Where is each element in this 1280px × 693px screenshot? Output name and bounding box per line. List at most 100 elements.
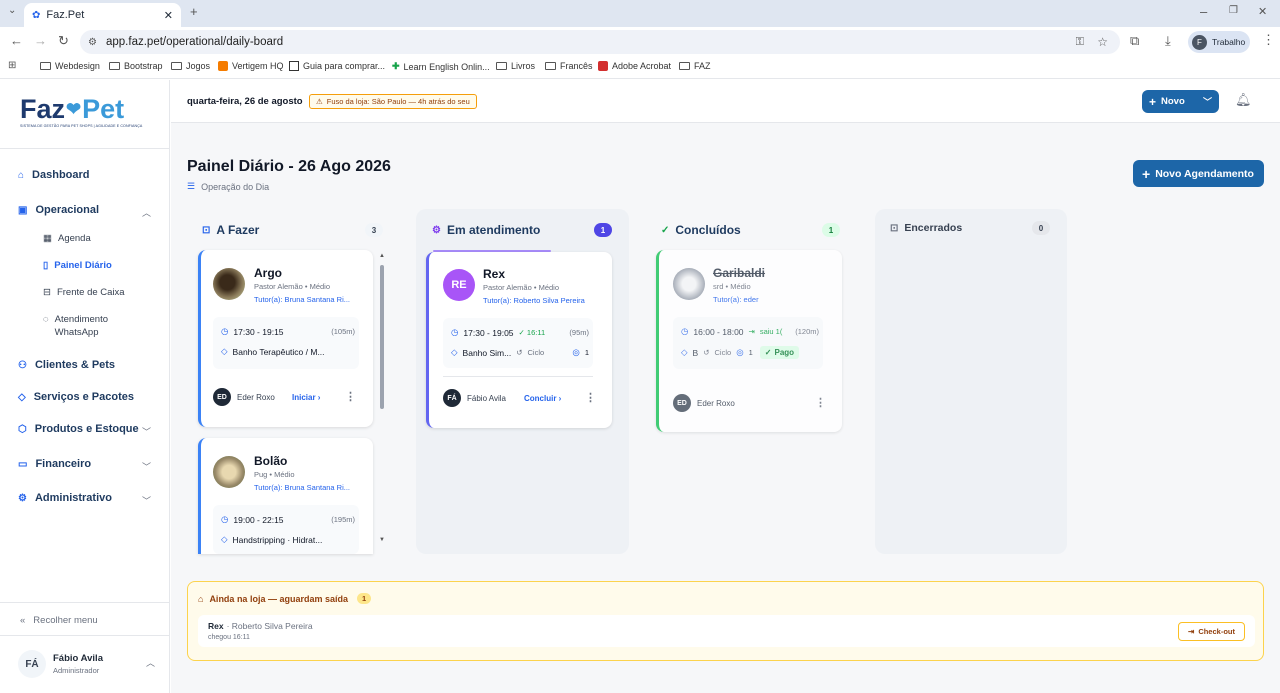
bookmark-livros[interactable]: Livros (496, 61, 535, 71)
address-bar[interactable]: ⚙ app.faz.pet/operational/daily-board ⚿ … (80, 30, 1120, 54)
appointment-card-argo[interactable]: Argo Pastor Alemão • Médio Tutor(a): Bru… (198, 250, 373, 427)
nav-servicos[interactable]: ◇ Serviços e Pacotes (18, 391, 134, 403)
user-menu[interactable]: FÁ Fábio Avila Administrador ︿ (18, 650, 158, 680)
more-options-icon[interactable]: ⋮ (585, 391, 596, 404)
sidebar-item-frente-de-caixa[interactable]: ⊟ Frente de Caixa (43, 287, 125, 298)
nav-financeiro[interactable]: ▭ Financeiro (18, 458, 91, 470)
sidebar-item-agenda[interactable]: ▦ Agenda (43, 233, 91, 244)
column-title: Encerrados (904, 222, 963, 234)
new-appointment-button[interactable]: + Novo Agendamento (1133, 160, 1264, 187)
tutor-link[interactable]: Tutor(a): Bruna Santana Ri... (254, 483, 350, 492)
site-info-icon[interactable]: ⚙ (88, 37, 97, 48)
tag-icon: ◇ (221, 534, 228, 544)
appointment-card-bolao[interactable]: Bolão Pug • Médio Tutor(a): Bruna Santan… (198, 438, 373, 554)
bookmark-english[interactable]: ✚ Learn English Onlin... (392, 61, 490, 72)
current-date: quarta-feira, 26 de agosto (187, 96, 303, 107)
gear-icon: ⚙ (18, 492, 27, 504)
tutor-link[interactable]: Tutor(a): Bruna Santana Ri... (254, 295, 350, 304)
duration: (95m) (569, 328, 589, 337)
scroll-down-icon[interactable]: ▼ (379, 537, 385, 543)
nav-administrativo[interactable]: ⚙ Administrativo (18, 492, 112, 504)
chevron-down-icon[interactable]: ﹀ (142, 494, 151, 507)
scrollbar-thumb[interactable] (380, 265, 384, 409)
nav-produtos[interactable]: ⬡ Produtos e Estoque (18, 423, 139, 435)
waiting-header: ⌂ Ainda na loja — aguardam saída 1 (198, 593, 372, 604)
service-name: B (692, 347, 699, 358)
new-dropdown-button[interactable]: + Novo ﹀ (1142, 90, 1219, 113)
scrollbar[interactable]: ▲ ▼ (379, 253, 385, 553)
bookmark-guia[interactable]: Guia para comprar... (289, 61, 385, 71)
chevron-up-icon[interactable]: ︿ (142, 206, 151, 219)
pet-avatar: RE (443, 269, 475, 301)
complete-button[interactable]: Concluir › (524, 394, 561, 403)
acrobat-icon (598, 61, 608, 71)
nav-clientes-pets[interactable]: ⚇ Clientes & Pets (18, 359, 115, 371)
checkin-time: ✓ 16:11 (518, 328, 546, 337)
bookmark-vertigem[interactable]: Vertigem HQ (218, 61, 284, 71)
reload-icon[interactable]: ↻ (58, 33, 69, 49)
bookmark-faz[interactable]: FAZ (679, 61, 711, 71)
folder-icon (679, 62, 690, 70)
browser-tab[interactable]: ✿ Faz.Pet ✕ (24, 3, 181, 27)
chevron-down-icon[interactable]: ﹀ (142, 460, 151, 473)
minimize-icon[interactable]: – (1200, 4, 1207, 19)
photo-count: 1 (748, 348, 753, 357)
close-window-icon[interactable]: ✕ (1258, 5, 1267, 18)
bookmark-bootstrap[interactable]: Bootstrap (109, 61, 163, 71)
camera-icon: ◎ (736, 347, 744, 357)
checkout-button[interactable]: ⇥ Check-out (1178, 622, 1245, 641)
sidebar-item-painel-diario[interactable]: ▯ Painel Diário (43, 260, 112, 271)
appointment-card-garibaldi[interactable]: Garibaldi srd • Médio Tutor(a): eder ◷ 16… (656, 250, 842, 432)
password-key-icon[interactable]: ⚿ (1076, 36, 1084, 49)
extensions-icon[interactable]: ⧉ (1130, 33, 1139, 49)
logo[interactable]: Faz ❤ Pet SISTEMA DE GESTÃO PARA PET SHO… (20, 94, 150, 128)
scroll-up-icon[interactable]: ▲ (379, 253, 385, 259)
collapse-menu-button[interactable]: « Recolher menu (20, 615, 98, 626)
logo-text-left: Faz (20, 94, 66, 124)
subtitle-text: Operação do Dia (201, 181, 270, 192)
download-icon[interactable]: ⤓ (1165, 33, 1171, 49)
favicon-icon: ✿ (32, 9, 41, 21)
plus-green-icon: ✚ (392, 61, 400, 71)
more-options-icon[interactable]: ⋮ (815, 396, 826, 409)
new-tab-icon[interactable]: + (190, 4, 198, 19)
main-content: Painel Diário - 26 Ago 2026 ☰ Operação d… (171, 123, 1280, 693)
sidebar-item-whatsapp[interactable]: ◌ Atendimento WhatsApp (43, 313, 143, 339)
duration: (105m) (331, 327, 355, 336)
appointment-details: ◷ 17:30 - 19:15 (105m) ◇ Banho Terapêutico … (213, 317, 359, 369)
apps-grid-icon[interactable]: ⊞ (8, 60, 16, 71)
bell-icon[interactable]: 🔔︎ (1235, 92, 1252, 108)
wallet-icon: ▭ (18, 458, 28, 470)
nav-label: Operacional (35, 204, 100, 216)
bookmark-acrobat[interactable]: Adobe Acrobat (598, 61, 671, 71)
tutor-link[interactable]: Tutor(a): Roberto Silva Pereira (483, 296, 585, 305)
nav-dashboard[interactable]: ⌂ Dashboard (18, 169, 90, 181)
staff-name: Fábio Avila (467, 393, 506, 403)
forward-icon[interactable]: → (34, 33, 47, 48)
folder-icon (40, 62, 51, 70)
bookmark-jogos[interactable]: Jogos (171, 61, 210, 71)
folder-icon (171, 62, 182, 70)
nav-label: Clientes & Pets (34, 359, 116, 371)
nav-operacional[interactable]: ▣ Operacional (18, 204, 99, 216)
bookmark-webdesign[interactable]: Webdesign (40, 61, 100, 71)
tab-close-icon[interactable]: ✕ (164, 9, 173, 22)
more-options-icon[interactable]: ⋮ (345, 390, 356, 403)
bookmark-frances[interactable]: Francês (545, 61, 593, 71)
timezone-warning-badge: ⚠ Fuso da loja: São Paulo — 4h atrás do … (309, 94, 477, 109)
nav-label: Serviços e Pacotes (33, 391, 134, 403)
start-button[interactable]: Iniciar › (292, 393, 320, 402)
new-appointment-label: Novo Agendamento (1155, 167, 1254, 180)
restore-icon[interactable]: ❐ (1229, 5, 1238, 16)
sidebar: Faz ❤ Pet SISTEMA DE GESTÃO PARA PET SHO… (0, 80, 170, 693)
tab-list-chevron-icon[interactable]: ⌄ (8, 5, 16, 16)
bookmark-label: Adobe Acrobat (612, 61, 672, 71)
appointment-card-rex[interactable]: RE Rex Pastor Alemão • Médio Tutor(a): R… (426, 252, 612, 428)
tutor-link[interactable]: Tutor(a): eder (713, 295, 759, 304)
chevron-down-icon[interactable]: ﹀ (142, 425, 151, 438)
browser-menu-icon[interactable]: ⋮ (1262, 32, 1275, 48)
bookmark-star-icon[interactable]: ☆ (1097, 35, 1108, 49)
service-row: ◇ Banho Sim... ↺ Ciclo ◎ 1 (451, 347, 589, 358)
profile-button[interactable]: F Trabalho (1188, 31, 1250, 53)
back-icon[interactable]: ← (10, 33, 23, 48)
